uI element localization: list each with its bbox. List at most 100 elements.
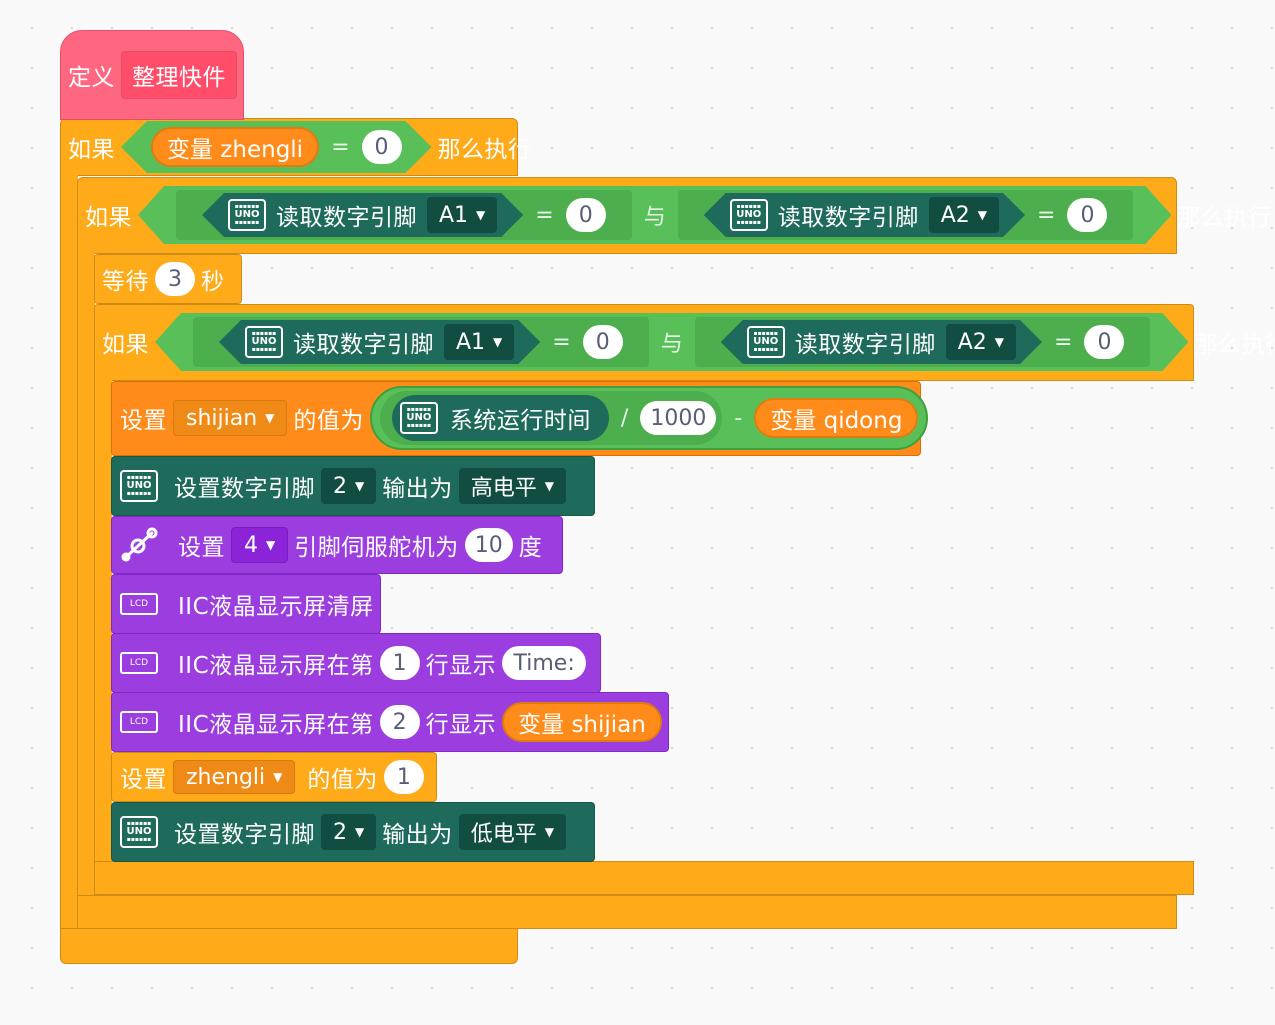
if2-and-condition[interactable]: ▪▪▪▪▪▪ UNO ▪▪▪▪▪▪ 读取数字引脚 A1 ▼ = 0 与 ▪▪▪▪▪▪ U… xyxy=(138,186,1171,244)
pin-dropdown-a1[interactable]: A1 ▼ xyxy=(444,324,514,360)
define-keyword: 定义 xyxy=(68,65,115,91)
output-label: 输出为 xyxy=(382,822,453,848)
if3-right-compare[interactable]: ▪▪▪▪▪▪ UNO ▪▪▪▪▪▪ 读取数字引脚 A2 ▼ = 0 xyxy=(695,317,1151,367)
uno-board-icon: ▪▪▪▪▪▪ UNO ▪▪▪▪▪▪ xyxy=(399,402,438,434)
if3-right-value[interactable]: 0 xyxy=(1084,325,1124,359)
lcd-line2-row: LCD IIC液晶显示屏在第 2 行显示 变量 shijian xyxy=(120,700,662,744)
caret-down-icon: ▼ xyxy=(355,825,365,839)
value-of-label: 的值为 xyxy=(307,767,378,793)
set-shijian-row: 设置 shijian ▼ 的值为 ▪▪▪▪▪▪ UNO ▪▪▪▪▪▪ 系统运行时间 /… xyxy=(120,386,929,450)
define-name: 整理快件 xyxy=(132,65,226,91)
set-digital-label: 设置数字引脚 xyxy=(174,822,315,848)
lcd-clear-row: LCD IIC液晶显示屏清屏 xyxy=(120,582,374,626)
shijian-var-dropdown[interactable]: shijian ▼ xyxy=(173,400,288,436)
lcd-line1-number[interactable]: 1 xyxy=(379,646,420,680)
wait-unit: 秒 xyxy=(201,269,225,295)
if3-arm xyxy=(94,378,112,868)
if2-and: 与 xyxy=(643,205,666,230)
define-row: 定义 整理快件 xyxy=(68,51,237,99)
if2-right-compare[interactable]: ▪▪▪▪▪▪ UNO ▪▪▪▪▪▪ 读取数字引脚 A2 ▼ = 0 xyxy=(678,190,1134,240)
lcd-clear-label: IIC液晶显示屏清屏 xyxy=(178,594,374,620)
caret-down-icon: ▼ xyxy=(544,479,554,493)
runtime-reporter[interactable]: ▪▪▪▪▪▪ UNO ▪▪▪▪▪▪ 系统运行时间 xyxy=(391,395,609,441)
if3-right-eq: = xyxy=(1054,329,1073,355)
if2-keyword: 如果 xyxy=(85,205,132,231)
qidong-variable[interactable]: 变量 qidong xyxy=(754,398,919,438)
define-name-box[interactable]: 整理快件 xyxy=(121,51,237,99)
lcd-line-label: IIC液晶显示屏在第 xyxy=(178,712,374,738)
zhengli-value-input[interactable]: 1 xyxy=(383,760,424,794)
lcd-show-label: 行显示 xyxy=(425,712,497,738)
pin-dropdown-a2[interactable]: A2 ▼ xyxy=(946,324,1016,360)
lcd-text-input[interactable]: Time: xyxy=(502,646,587,680)
caret-down-icon: ▼ xyxy=(544,825,554,839)
servo-icon xyxy=(118,525,162,565)
outer-eq: = xyxy=(331,134,350,160)
if2-left-value[interactable]: 0 xyxy=(566,198,606,232)
outer-if-condition[interactable]: 变量 zhengli = 0 xyxy=(121,121,432,173)
shijian-variable[interactable]: 变量 shijian xyxy=(502,702,662,742)
lcd-line2-number[interactable]: 2 xyxy=(379,705,420,739)
subtract-expression[interactable]: ▪▪▪▪▪▪ UNO ▪▪▪▪▪▪ 系统运行时间 / 1000 - 变量 qidon… xyxy=(369,386,929,450)
if2-arm xyxy=(77,250,95,905)
wait-row: 等待 3 秒 xyxy=(102,259,225,299)
runtime-label: 系统运行时间 xyxy=(449,408,591,434)
caret-down-icon: ▼ xyxy=(493,335,503,349)
pin-dropdown-a2[interactable]: A2 ▼ xyxy=(929,197,999,233)
if3-read-a1[interactable]: ▪▪▪▪▪▪ UNO ▪▪▪▪▪▪ 读取数字引脚 A1 ▼ xyxy=(219,320,540,364)
lcd-show-label: 行显示 xyxy=(425,653,497,679)
pin-dropdown-2[interactable]: 2 ▼ xyxy=(321,468,377,504)
if3-left-eq: = xyxy=(552,329,571,355)
if2-row: 如果 ▪▪▪▪▪▪ UNO ▪▪▪▪▪▪ 读取数字引脚 A1 ▼ = 0 与 ▪▪▪▪… xyxy=(85,186,1271,244)
read-digital-label: 读取数字引脚 xyxy=(777,205,919,231)
pin-dropdown-2[interactable]: 2 ▼ xyxy=(321,814,377,850)
zhengli-variable[interactable]: 变量 zhengli xyxy=(151,127,319,167)
uno-board-icon: ▪▪▪▪▪▪ UNO ▪▪▪▪▪▪ xyxy=(120,816,158,848)
if2-read-a1[interactable]: ▪▪▪▪▪▪ UNO ▪▪▪▪▪▪ 读取数字引脚 A1 ▼ xyxy=(202,193,523,237)
wait-seconds-input[interactable]: 3 xyxy=(155,262,195,296)
lcd-icon: LCD xyxy=(120,652,158,674)
caret-down-icon: ▼ xyxy=(476,208,486,222)
servo-angle-input[interactable]: 10 xyxy=(464,528,513,562)
if2-bottom xyxy=(77,895,1177,929)
uno-board-icon: ▪▪▪▪▪▪ UNO ▪▪▪▪▪▪ xyxy=(747,326,785,358)
value-of-label: 的值为 xyxy=(293,408,364,434)
outer-if-bottom xyxy=(60,928,518,964)
if2-left-compare[interactable]: ▪▪▪▪▪▪ UNO ▪▪▪▪▪▪ 读取数字引脚 A1 ▼ = 0 xyxy=(176,190,632,240)
divide-expression[interactable]: ▪▪▪▪▪▪ UNO ▪▪▪▪▪▪ 系统运行时间 / 1000 xyxy=(379,391,723,445)
caret-down-icon: ▼ xyxy=(266,538,276,552)
servo-row: 设置 4 ▼ 引脚伺服舵机为 10 度 xyxy=(118,523,542,567)
if3-left-compare[interactable]: ▪▪▪▪▪▪ UNO ▪▪▪▪▪▪ 读取数字引脚 A1 ▼ = 0 xyxy=(193,317,649,367)
servo-label: 引脚伺服舵机为 xyxy=(294,535,459,561)
if2-left-eq: = xyxy=(535,202,554,228)
if3-left-value[interactable]: 0 xyxy=(583,325,623,359)
read-digital-label: 读取数字引脚 xyxy=(293,332,434,358)
if2-read-a2[interactable]: ▪▪▪▪▪▪ UNO ▪▪▪▪▪▪ 读取数字引脚 A2 ▼ xyxy=(704,193,1025,237)
caret-down-icon: ▼ xyxy=(977,208,988,222)
set-keyword: 设置 xyxy=(120,767,167,793)
level-dropdown-low[interactable]: 低电平 ▼ xyxy=(458,814,566,850)
read-digital-label: 读取数字引脚 xyxy=(794,332,936,358)
if2-right-eq: = xyxy=(1037,202,1056,228)
if2-right-value[interactable]: 0 xyxy=(1067,198,1107,232)
outer-if-row: 如果 变量 zhengli = 0 那么执行 xyxy=(68,121,532,173)
minus-sign: - xyxy=(734,405,743,431)
servo-set-keyword: 设置 xyxy=(178,535,225,561)
level-dropdown-high[interactable]: 高电平 ▼ xyxy=(458,468,566,504)
uno-board-icon: ▪▪▪▪▪▪ UNO ▪▪▪▪▪▪ xyxy=(245,326,283,358)
servo-unit: 度 xyxy=(518,535,543,561)
pin-dropdown-a1[interactable]: A1 ▼ xyxy=(427,197,497,233)
divisor-input[interactable]: 1000 xyxy=(640,401,717,435)
servo-pin-dropdown[interactable]: 4 ▼ xyxy=(231,527,289,563)
outer-value[interactable]: 0 xyxy=(362,130,402,164)
if3-read-a2[interactable]: ▪▪▪▪▪▪ UNO ▪▪▪▪▪▪ 读取数字引脚 A2 ▼ xyxy=(721,320,1042,364)
if3-then: 那么执行 xyxy=(1194,332,1275,358)
outer-if-then: 那么执行 xyxy=(437,137,532,163)
caret-down-icon: ▼ xyxy=(355,479,365,493)
if3-and-condition[interactable]: ▪▪▪▪▪▪ UNO ▪▪▪▪▪▪ 读取数字引脚 A1 ▼ = 0 与 ▪▪▪▪▪▪ U… xyxy=(155,313,1188,371)
zhengli-var-dropdown[interactable]: zhengli ▼ xyxy=(173,760,296,794)
set-digital-label: 设置数字引脚 xyxy=(174,476,315,502)
wait-keyword: 等待 xyxy=(102,269,149,295)
digital-low-row: ▪▪▪▪▪▪ UNO ▪▪▪▪▪▪ 设置数字引脚 2 ▼ 输出为 低电平 ▼ xyxy=(120,810,566,854)
read-digital-label: 读取数字引脚 xyxy=(276,205,417,231)
